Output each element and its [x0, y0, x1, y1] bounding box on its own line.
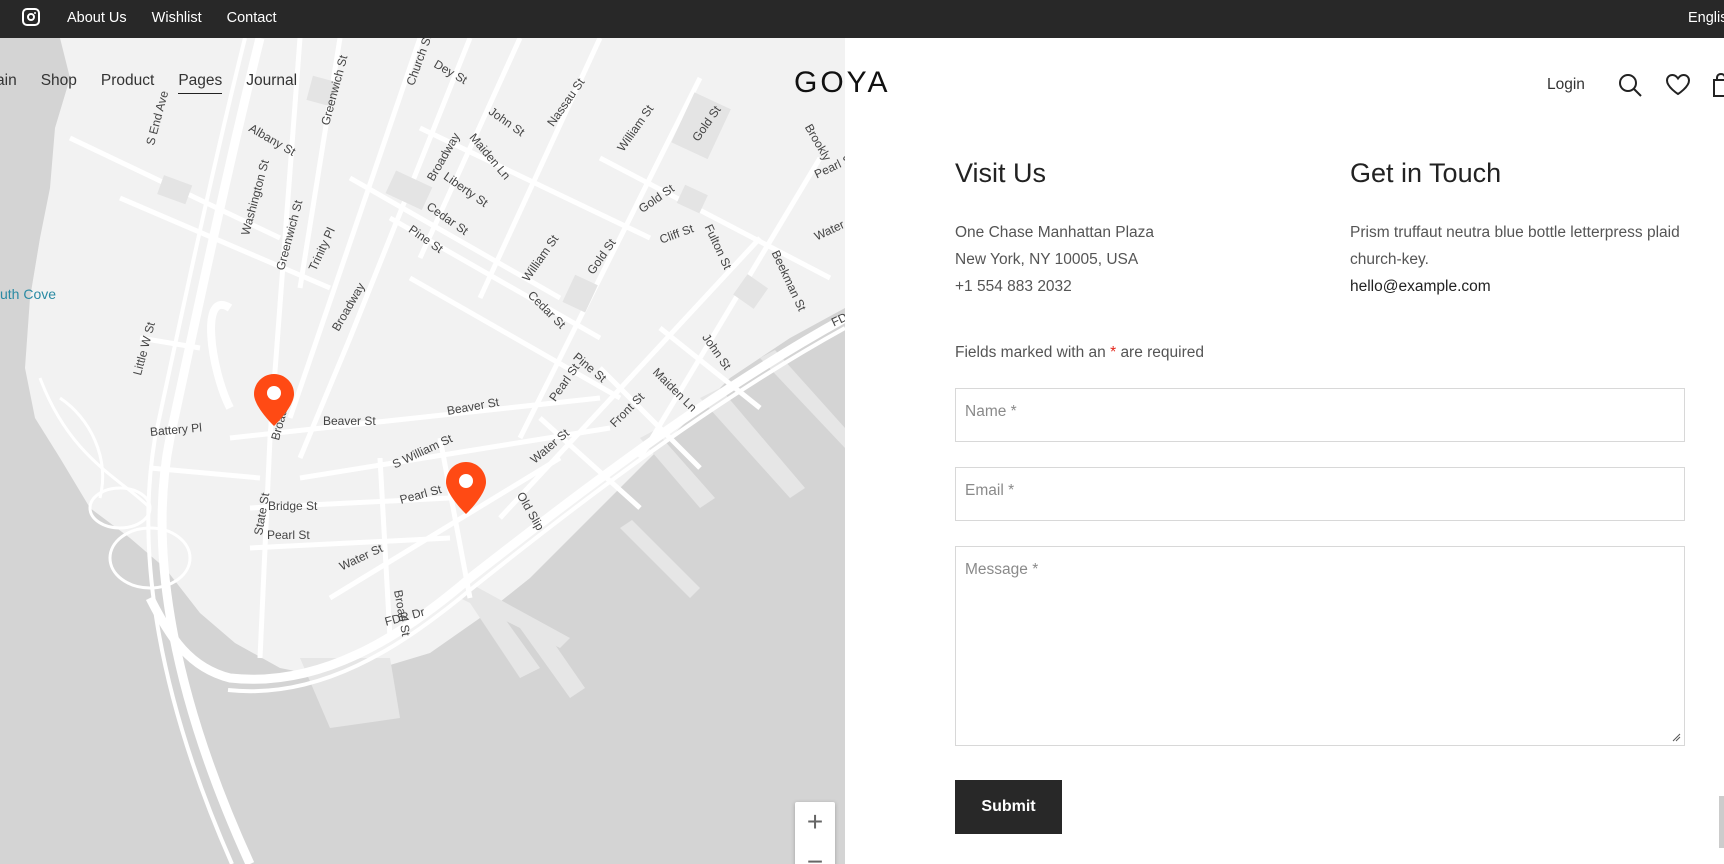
main-nav: ain Shop Product Pages Journal: [0, 72, 297, 94]
get-in-touch-title: Get in Touch: [1350, 158, 1502, 188]
instagram-icon[interactable]: [22, 8, 40, 26]
nav-item-journal[interactable]: Journal: [246, 72, 297, 94]
top-nav-contact[interactable]: Contact: [227, 10, 277, 26]
phone-number: +1 554 883 2032: [955, 278, 1072, 295]
submit-button[interactable]: Submit: [955, 780, 1062, 834]
map-label: Bridge St: [268, 499, 318, 513]
get-in-touch-section: Get in Touch Prism truffaut neutra blue …: [1350, 158, 1690, 300]
email-placeholder: Email *: [965, 482, 1015, 499]
zoom-out-button[interactable]: −: [795, 842, 835, 864]
top-nav-about-us[interactable]: About Us: [67, 10, 127, 26]
name-field[interactable]: Name *: [955, 388, 1685, 442]
visit-us-section: Visit Us One Chase Manhattan Plaza New Y…: [955, 158, 1295, 300]
address-block: One Chase Manhattan Plaza New York, NY 1…: [955, 219, 1295, 300]
header-actions: Login: [1547, 72, 1724, 98]
required-star: *: [1110, 344, 1117, 361]
top-bar: About Us Wishlist Contact Englis: [0, 0, 1724, 38]
required-note: Fields marked with an * are required: [955, 344, 1204, 362]
heart-icon[interactable]: [1665, 72, 1691, 98]
map-pin-icon[interactable]: [446, 462, 486, 514]
nav-item-shop[interactable]: Shop: [41, 72, 77, 94]
email-field[interactable]: Email *: [955, 467, 1685, 521]
address-line: New York, NY 10005, USA: [955, 251, 1139, 268]
map-label: Beaver St: [323, 414, 376, 428]
top-nav-wishlist[interactable]: Wishlist: [152, 10, 202, 26]
nav-item-main[interactable]: ain: [0, 72, 17, 94]
map-label: Pearl St: [267, 528, 310, 542]
side-tab[interactable]: [1719, 796, 1724, 848]
touch-text: church-key.: [1350, 251, 1429, 268]
resize-grip-icon[interactable]: [1671, 732, 1681, 742]
email-link[interactable]: hello@example.com: [1350, 273, 1690, 300]
message-placeholder: Message *: [965, 561, 1039, 578]
zoom-in-button[interactable]: +: [795, 802, 835, 842]
nav-item-pages[interactable]: Pages: [178, 72, 223, 94]
address-line: One Chase Manhattan Plaza: [955, 224, 1155, 241]
map-label: uth Cove: [0, 286, 57, 302]
visit-us-title: Visit Us: [955, 158, 1047, 188]
touch-block: Prism truffaut neutra blue bottle letter…: [1350, 219, 1690, 300]
login-link[interactable]: Login: [1547, 76, 1585, 94]
cart-icon[interactable]: [1712, 72, 1724, 98]
map-pin-icon[interactable]: [254, 374, 294, 426]
map[interactable]: Dey St John St Nassau St William St Gold…: [0, 38, 845, 864]
name-placeholder: Name *: [965, 403, 1017, 420]
touch-text: Prism truffaut neutra blue bottle letter…: [1350, 224, 1680, 241]
top-nav: About Us Wishlist Contact: [67, 10, 277, 26]
language-selector[interactable]: Englis: [1688, 10, 1724, 26]
brand-logo[interactable]: GOYA: [794, 66, 890, 100]
required-note-text: are required: [1120, 344, 1205, 361]
search-icon[interactable]: [1617, 72, 1643, 98]
message-field[interactable]: Message *: [955, 546, 1685, 746]
required-note-text: Fields marked with an: [955, 344, 1106, 361]
nav-item-product[interactable]: Product: [101, 72, 154, 94]
map-zoom-controls: + −: [795, 802, 835, 864]
